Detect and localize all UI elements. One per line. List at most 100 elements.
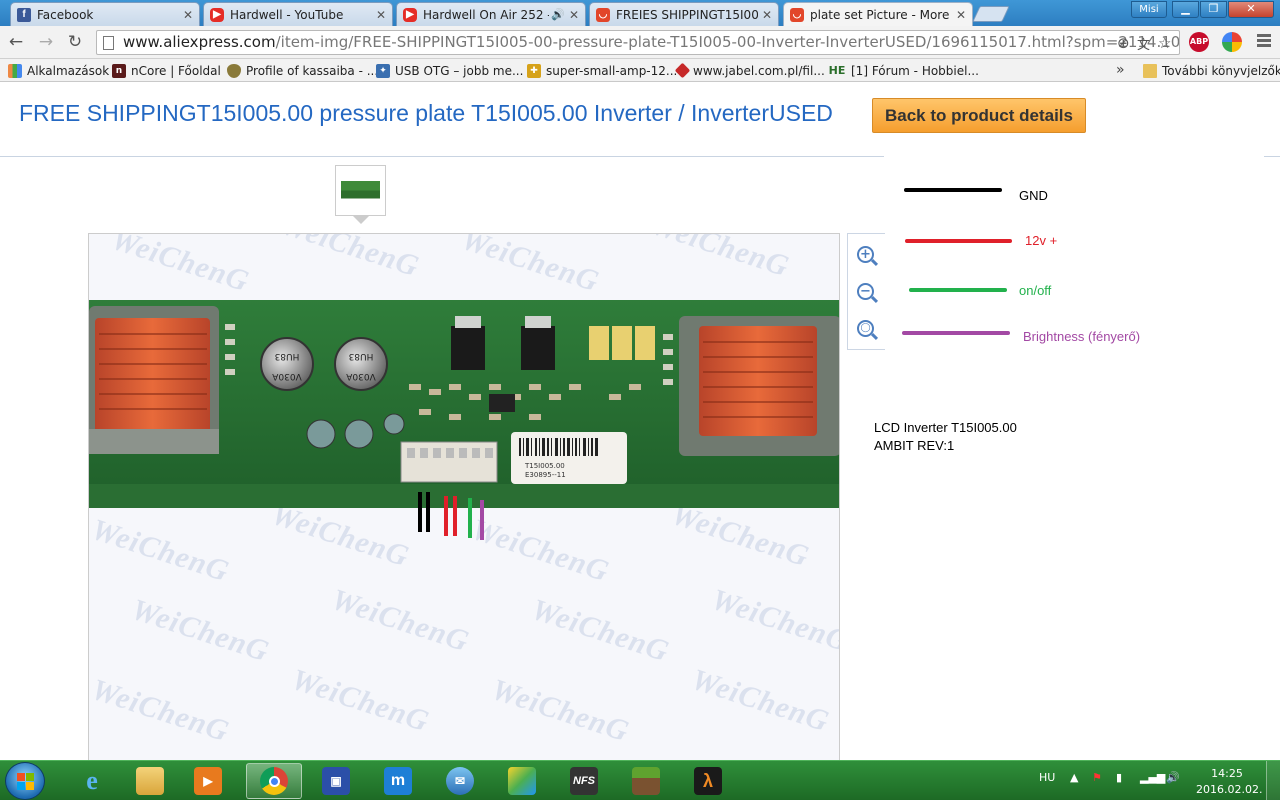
usb-icon: ✦ (376, 63, 390, 78)
close-icon[interactable]: ✕ (762, 8, 772, 22)
zoom-in-button[interactable]: + (857, 246, 879, 268)
divider (0, 156, 884, 157)
file-explorer-button[interactable] (122, 763, 178, 799)
bookmark-forum-hobbielektronika[interactable]: HE [1] Fórum - Hobbiel... (828, 62, 979, 79)
maxthon-icon: m (384, 767, 412, 795)
zoom-icon[interactable]: ⊕ (1117, 34, 1130, 52)
thunderbird-button[interactable]: ✉ (432, 763, 488, 799)
legend-line-gnd (904, 188, 1002, 192)
legend-label-onoff: on/off (1019, 283, 1052, 298)
legend-label-brightness: Brightness (fényerő) (1023, 329, 1141, 344)
capacitor-label: HU83 (349, 351, 374, 361)
star-icon[interactable]: ☆ (1158, 34, 1171, 52)
system-clock[interactable]: 14:25 2016.02.02. (1196, 766, 1263, 798)
image-thumbnail[interactable] (335, 165, 386, 216)
nfs-icon: NFS (570, 767, 598, 795)
page-title: FREE SHIPPINGT15I005.00 pressure plate T… (19, 100, 833, 126)
bookmark-label: super-small-amp-12... (546, 63, 678, 78)
minimize-button[interactable]: ▁ (1172, 1, 1199, 18)
play-icon: ▶ (194, 767, 222, 795)
tray-expand-icon[interactable]: ▲ (1070, 771, 1078, 784)
inverter-board-photo: HU83 V030A HU83 V030A T15I005.00 E30895-… (89, 300, 839, 540)
start-button[interactable] (5, 762, 45, 800)
bookmarks-overflow-button[interactable]: » (1116, 62, 1125, 78)
bookmark-jabel[interactable]: www.jabel.com.pl/fil... (674, 62, 825, 79)
extension-icon[interactable] (1222, 32, 1242, 52)
address-bar[interactable]: www.aliexpress.com/item-img/FREE-SHIPPIN… (96, 30, 1180, 55)
tab-hardwell-youtube[interactable]: ▶ Hardwell - YouTube ✕ (203, 2, 393, 26)
tab-facebook[interactable]: f Facebook ✕ (10, 2, 200, 26)
tab-freies-shipping[interactable]: ◡ FREIES SHIPPINGT15I005.0 ✕ (589, 2, 779, 26)
youtube-icon: ▶ (403, 7, 417, 22)
clock-date: 2016.02.02. (1196, 783, 1263, 796)
bookmark-usb-otg[interactable]: ✦ USB OTG – jobb me... (376, 62, 523, 79)
he-icon: HE (828, 64, 846, 77)
bookmark-profile-kassaiba[interactable]: Profile of kassaiba - ... (227, 62, 378, 79)
internet-explorer-button[interactable]: e (64, 763, 120, 799)
capacitor-label: HU83 (275, 351, 300, 361)
page-icon[interactable] (103, 36, 114, 50)
legend-line-brightness (902, 331, 1010, 335)
close-icon[interactable]: ✕ (569, 8, 579, 22)
back-to-product-button[interactable]: Back to product details (872, 98, 1086, 133)
apps-grid-icon (8, 63, 22, 78)
bookmark-super-small-amp[interactable]: ✚ super-small-amp-12... (527, 62, 677, 79)
close-icon[interactable]: ✕ (956, 8, 966, 22)
legend-label-gnd: GND (1019, 188, 1048, 203)
media-player-button[interactable]: ▶ (180, 763, 236, 799)
facebook-icon: f (17, 7, 31, 22)
show-desktop-button[interactable] (1266, 761, 1280, 800)
capacitor-label: V030A (345, 371, 375, 381)
bookmark-label: [1] Fórum - Hobbiel... (851, 63, 979, 78)
bookmark-apps[interactable]: Alkalmazások (8, 62, 109, 79)
inverter-note: LCD Inverter T15I005.00 AMBIT REV:1 (874, 419, 1017, 455)
other-bookmarks-label: További könyvjelzők (1162, 63, 1280, 78)
zoom-reset-button[interactable]: ◯ (857, 320, 879, 342)
adblock-plus-icon[interactable]: ABP (1189, 32, 1209, 52)
divider (1264, 156, 1280, 157)
thumbnail-pointer (353, 216, 369, 224)
zoom-out-button[interactable]: − (857, 283, 879, 305)
maxthon-button[interactable]: m (370, 763, 426, 799)
tab-plate-set-picture[interactable]: ◡ plate set Picture - More De ✕ (783, 2, 973, 26)
half-life-button[interactable]: λ (680, 763, 736, 799)
tab-label: Hardwell On Air 252 - Y (423, 7, 550, 22)
bluestacks-button[interactable] (494, 763, 550, 799)
tab-hardwell-on-air[interactable]: ▶ Hardwell On Air 252 - Y 🔊 ✕ (396, 2, 586, 26)
folder-icon (1143, 63, 1157, 78)
close-icon[interactable]: ✕ (183, 8, 193, 22)
new-tab-button[interactable] (972, 6, 1010, 22)
other-bookmarks[interactable]: További könyvjelzők (1143, 62, 1280, 79)
lambda-icon: λ (694, 767, 722, 795)
bookmark-label: www.jabel.com.pl/fil... (693, 63, 825, 78)
product-image-viewer[interactable]: WeiChenG WeiChenG WeiChenG WeiChenG WeiC… (88, 233, 840, 760)
bookmarks-bar: Alkalmazások n nCore | Főoldal Profile o… (0, 59, 1280, 82)
save-app-button[interactable]: ▣ (308, 763, 364, 799)
bookmark-label: Profile of kassaiba - ... (246, 63, 379, 78)
close-icon[interactable]: ✕ (376, 8, 386, 22)
volume-icon[interactable]: 🔊 (1166, 771, 1180, 784)
back-arrow-icon[interactable]: ← (5, 31, 27, 53)
amp-icon: ✚ (527, 63, 541, 78)
note-line-revision: AMBIT REV:1 (874, 438, 955, 453)
bookmark-ncore[interactable]: n nCore | Főoldal (112, 62, 221, 79)
network-signal-icon[interactable]: ▂▄▆ (1140, 771, 1165, 784)
bookmark-label: Alkalmazások (27, 63, 110, 78)
chrome-menu-icon[interactable] (1257, 34, 1271, 49)
language-indicator[interactable]: HU (1039, 771, 1055, 784)
window-close-button[interactable]: ✕ (1228, 1, 1274, 18)
chrome-icon (260, 767, 288, 795)
minecraft-button[interactable] (618, 763, 674, 799)
action-center-icon[interactable]: ⚑ (1092, 771, 1102, 784)
tab-label: plate set Picture - More De (810, 7, 952, 22)
translate-icon[interactable]: 文 (1137, 34, 1150, 53)
capacitor-label: V030A (271, 371, 301, 381)
reload-icon[interactable]: ↻ (64, 31, 86, 53)
profile-button[interactable]: Misi (1131, 1, 1167, 18)
chrome-button[interactable] (246, 763, 302, 799)
maximize-button[interactable]: ❐ (1200, 1, 1227, 18)
power-icon[interactable]: ▮ (1116, 771, 1122, 784)
forward-arrow-icon[interactable]: → (35, 31, 57, 53)
nfs-game-button[interactable]: NFS (556, 763, 612, 799)
bluestacks-icon (508, 767, 536, 795)
